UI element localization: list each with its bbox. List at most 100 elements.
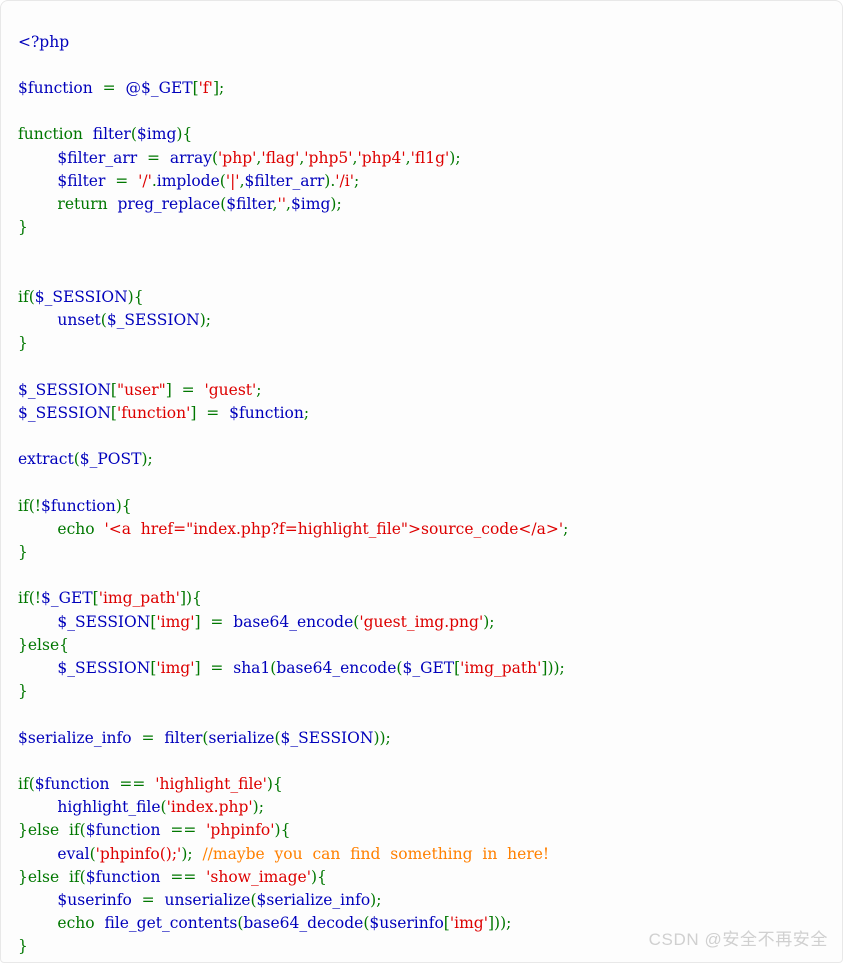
code-token-default: base64_encode [276, 658, 397, 677]
code-token-string: 'index.php' [166, 798, 253, 817]
code-line: } [18, 680, 568, 703]
code-token-string: 'flag' [261, 148, 300, 167]
code-token-default: sha1 [233, 658, 271, 677]
code-token-keyword: }else if [18, 821, 80, 840]
code-token-string: 'highlight_file' [155, 775, 267, 793]
code-token-keyword: ] = [194, 658, 234, 677]
code-token-default: preg_replace [112, 194, 221, 213]
code-token-default: $serialize_info [256, 891, 371, 910]
code-token-keyword: ; [353, 171, 360, 190]
code-token-string: '/i' [335, 171, 354, 190]
code-token-default: $serialize_info [18, 728, 132, 747]
code-token-default: $_SESSION [18, 403, 111, 422]
code-line: $filter_arr = array('php','flag','php5',… [18, 147, 568, 170]
code-line: $_SESSION['img'] = base64_encode('guest_… [18, 611, 568, 634]
code-token-keyword: ){ [274, 821, 291, 840]
code-token-default: $_SESSION [34, 287, 128, 306]
code-token-default: unserialize [164, 891, 251, 910]
code-token-default: $_GET [402, 658, 455, 677]
code-token-default: base64_encode [233, 612, 354, 631]
code-token-default: eval [57, 844, 90, 863]
code-line: $_SESSION["user"] = 'guest'; [18, 379, 568, 402]
code-token-keyword [18, 659, 57, 677]
code-token-keyword [18, 311, 57, 329]
code-token-keyword [18, 149, 57, 167]
code-token-string: 'img_path' [98, 589, 180, 608]
code-token-default: $function [85, 867, 161, 886]
code-listing[interactable]: <?php $function = @$_GET['f']; function … [1, 17, 578, 963]
code-token-keyword: } [18, 682, 28, 701]
code-line: if($_SESSION){ [18, 286, 568, 309]
code-line: echo file_get_contents(base64_decode($us… [18, 912, 568, 935]
code-token-keyword: echo [18, 519, 105, 538]
code-token-default: $function [40, 496, 116, 515]
code-token-keyword: ]){ [179, 589, 202, 608]
code-line: $filter = '/'.implode('|',$filter_arr).'… [18, 170, 568, 193]
code-token-keyword: == [160, 821, 207, 840]
code-line: $_SESSION['function'] = $function; [18, 402, 568, 425]
code-token-keyword: ])); [541, 658, 565, 677]
code-line: } [18, 332, 568, 355]
code-token-string: 'img' [156, 612, 195, 631]
code-token-default: filter [87, 125, 131, 144]
code-token-keyword: ); [449, 148, 461, 167]
code-token-default: $_SESSION [106, 310, 200, 329]
code-token-keyword: = [92, 78, 126, 97]
code-token-default: $filter [226, 194, 273, 213]
code-token-default: serialize [208, 728, 275, 747]
code-line: }else{ [18, 634, 568, 657]
code-token-keyword: ] = [190, 403, 230, 422]
code-token-default: $filter [57, 171, 106, 190]
code-token-keyword: ){ [310, 867, 327, 886]
code-token-string: 'img_path' [460, 658, 542, 677]
code-token-string: 'phpinfo();' [95, 844, 182, 863]
code-token-string: 'function' [116, 403, 191, 422]
code-line: if(!$function){ [18, 495, 568, 518]
code-token-default: extract [18, 450, 74, 469]
code-token-default: $function [34, 775, 110, 793]
php-source-code-panel: <?php $function = @$_GET['f']; function … [0, 0, 843, 963]
code-token-default: $filter_arr [244, 171, 325, 190]
code-token-keyword: if [18, 287, 29, 306]
code-line: $userinfo = unserialize($serialize_info)… [18, 889, 568, 912]
code-token-default: base64_decode [243, 914, 364, 933]
code-token-keyword: echo [18, 914, 105, 933]
code-token-keyword: ; [303, 403, 310, 422]
code-line: unset($_SESSION); [18, 309, 568, 332]
code-line: if($function == 'highlight_file'){ [18, 773, 568, 796]
code-token-keyword: ; [563, 519, 569, 538]
code-token-keyword: == [109, 775, 156, 793]
code-token-string: '/' [138, 171, 152, 190]
code-token-default: implode [156, 171, 220, 190]
code-token-keyword: (! [28, 589, 41, 608]
code-token-string: 'guest' [204, 380, 257, 399]
code-token-default: $_SESSION [57, 658, 151, 677]
code-token-keyword: return [18, 194, 113, 213]
code-token-keyword: ); [330, 194, 342, 213]
code-token-keyword: ; [256, 380, 262, 399]
code-line: } [18, 216, 568, 239]
code-token-default: $_POST [79, 450, 142, 469]
code-token-default: $function [85, 821, 161, 840]
code-token-default: $function [18, 78, 93, 97]
code-line: extract($_POST); [18, 448, 568, 471]
code-token-keyword: } [18, 542, 28, 561]
code-token-default: filter [164, 728, 203, 747]
code-token-keyword: (! [28, 496, 41, 515]
code-token-keyword: = [131, 891, 165, 910]
code-token-comment: //maybe you can find something in here! [202, 844, 550, 863]
code-token-keyword: }else{ [18, 635, 69, 654]
code-token-keyword: if [18, 775, 29, 793]
code-line: }else if($function == 'show_image'){ [18, 866, 568, 889]
code-token-default: $userinfo [369, 914, 444, 933]
code-line: eval('phpinfo();'); //maybe you can find… [18, 843, 568, 866]
code-line: highlight_file('index.php'); [18, 796, 568, 819]
code-line: $function = @$_GET['f']; [18, 77, 568, 100]
code-token-string: 'php4' [357, 148, 406, 167]
code-token-default: $img [136, 125, 177, 144]
code-token-string: 'img' [449, 914, 488, 933]
code-line: } [18, 541, 568, 564]
